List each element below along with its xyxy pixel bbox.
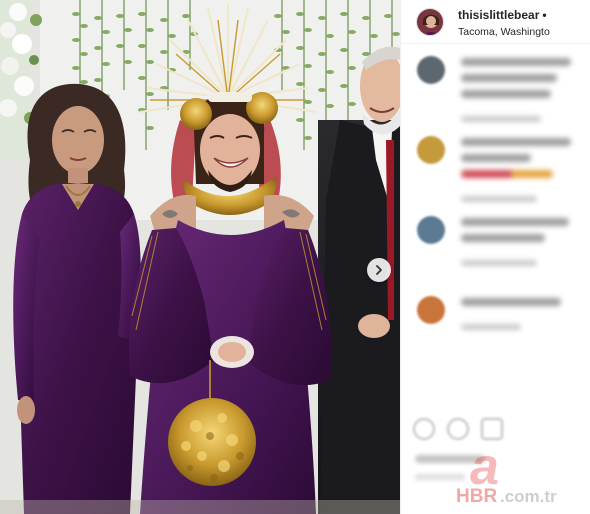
post-side-panel: thisislittlebear • Tacoma, Washingto bbox=[400, 0, 590, 514]
avatar[interactable] bbox=[417, 56, 445, 84]
list-item bbox=[401, 216, 590, 296]
profile-photo-icon bbox=[417, 8, 443, 35]
blurred-comment-text bbox=[461, 218, 569, 274]
avatar[interactable] bbox=[417, 296, 445, 324]
post-photo[interactable] bbox=[0, 0, 400, 514]
carousel-next-button[interactable] bbox=[367, 258, 391, 282]
location-link[interactable]: Tacoma, Washingto bbox=[458, 26, 590, 38]
chevron-right-icon bbox=[376, 265, 382, 275]
comment-icon[interactable] bbox=[447, 418, 469, 440]
avatar[interactable] bbox=[416, 7, 444, 36]
list-item bbox=[401, 296, 590, 376]
like-icon[interactable] bbox=[413, 418, 435, 440]
avatar[interactable] bbox=[417, 136, 445, 164]
blurred-comment-text bbox=[461, 138, 571, 210]
list-item bbox=[401, 136, 590, 216]
username-link[interactable]: thisislittlebear bbox=[458, 8, 539, 22]
list-item bbox=[401, 56, 590, 136]
post-header: thisislittlebear • Tacoma, Washingto bbox=[401, 0, 590, 44]
post-action-bar bbox=[413, 418, 503, 440]
follow-separator: • bbox=[542, 7, 547, 22]
left-woman bbox=[13, 83, 141, 514]
avatar[interactable] bbox=[417, 216, 445, 244]
wedding-photo-image bbox=[0, 0, 400, 514]
blurred-comment-text bbox=[461, 298, 561, 338]
blurred-comment-text bbox=[461, 58, 571, 130]
share-icon[interactable] bbox=[481, 418, 503, 440]
svg-text:HBR: HBR bbox=[456, 486, 497, 507]
comment-list bbox=[401, 56, 590, 376]
hbr-watermark-logo: a HBR .com.tr bbox=[456, 440, 557, 507]
svg-text:.com.tr: .com.tr bbox=[500, 487, 557, 506]
